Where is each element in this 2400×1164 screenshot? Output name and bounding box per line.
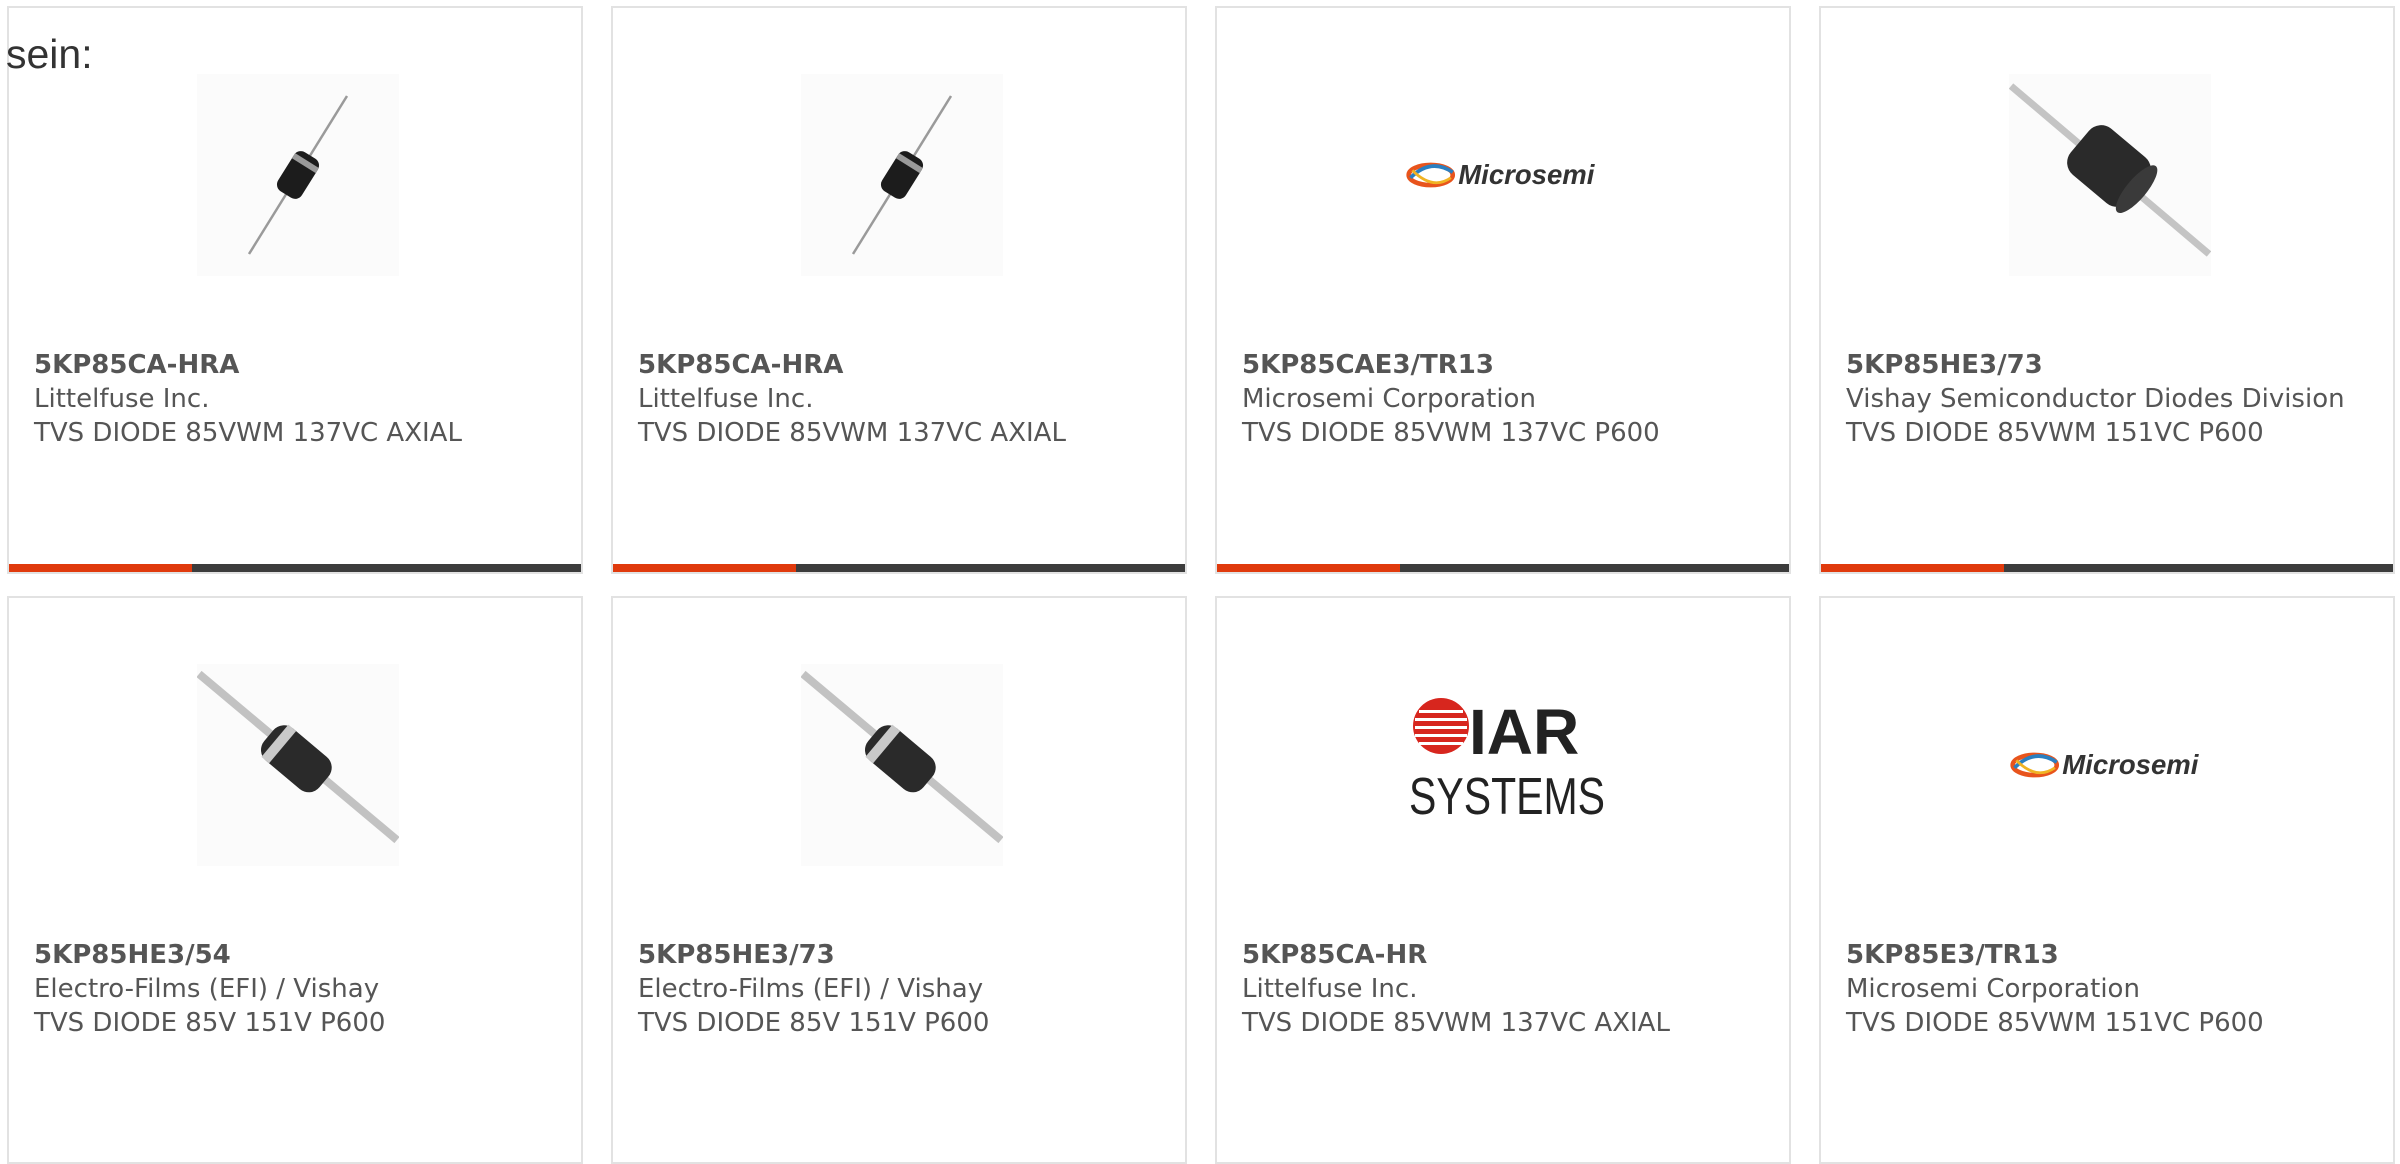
part-number[interactable]: 5KP85CA-HRA [638,348,1165,382]
microsemi-logo: Microsemi [1406,159,1596,190]
logo-text: Microsemi [2062,749,2200,780]
description: TVS DIODE 85VWM 137VC AXIAL [34,418,462,448]
manufacturer: Littelfuse Inc. [638,384,814,414]
large-axial-diode-icon [2009,74,2211,276]
product-image [197,74,399,276]
product-image [2009,74,2211,276]
product-card[interactable]: 5KP85HE3/54 Electro-Films (EFI) / Vishay… [7,596,583,1164]
product-image: Microsemi [1405,74,1607,276]
product-card[interactable]: Microsemi 5KP85E3/TR13 Microsemi Corpora… [1819,596,2395,1164]
description: TVS DIODE 85VWM 151VC P600 [1846,1008,2264,1038]
card-bar-accent [1821,564,2004,572]
small-axial-diode-icon [801,74,1003,276]
product-card[interactable]: 5KP85HE3/73 Vishay Semiconductor Diodes … [1819,6,2395,574]
manufacturer: Microsemi Corporation [1846,974,2140,1004]
prefix-text: sein: [6,31,93,77]
product-card[interactable]: IAR SYSTEMS 5KP85CA-HR Littelfuse Inc. T… [1215,596,1791,1164]
manufacturer: Microsemi Corporation [1242,384,1536,414]
banded-axial-diode-icon [801,664,1003,866]
description: TVS DIODE 85VWM 137VC AXIAL [638,418,1066,448]
small-axial-diode-icon [197,74,399,276]
manufacturer: Littelfuse Inc. [34,384,210,414]
product-image: Microsemi [2009,664,2211,866]
description: TVS DIODE 85V 151V P600 [638,1008,990,1038]
product-card[interactable]: 5KP85HE3/73 Electro-Films (EFI) / Vishay… [611,596,1187,1164]
card-bottom-bar [1821,564,2393,572]
description: TVS DIODE 85VWM 151VC P600 [1846,418,2264,448]
card-bar-accent [1217,564,1400,572]
card-bottom-bar [1217,564,1789,572]
part-number[interactable]: 5KP85HE3/54 [34,938,561,972]
part-number[interactable]: 5KP85HE3/73 [1846,348,2373,382]
card-bar-accent [9,564,192,572]
iar-systems-logo: IAR SYSTEMS [1409,696,1605,826]
manufacturer: Littelfuse Inc. [1242,974,1418,1004]
part-number[interactable]: 5KP85HE3/73 [638,938,1165,972]
description: TVS DIODE 85V 151V P600 [34,1008,386,1038]
product-card[interactable]: 5KP85CA-HRA Littelfuse Inc. TVS DIODE 85… [611,6,1187,574]
product-image [801,664,1003,866]
part-number[interactable]: 5KP85CA-HRA [34,348,561,382]
logo-text-top: IAR [1469,696,1579,768]
manufacturer: Electro-Films (EFI) / Vishay [638,974,984,1004]
logo-text-bottom: SYSTEMS [1409,768,1605,826]
card-bar-accent [613,564,796,572]
product-card[interactable]: 5KP85CA-HRA Littelfuse Inc. TVS DIODE 85… [7,6,583,574]
product-card[interactable]: Microsemi 5KP85CAE3/TR13 Microsemi Corpo… [1215,6,1791,574]
description: TVS DIODE 85VWM 137VC P600 [1242,418,1660,448]
manufacturer: Vishay Semiconductor Diodes Division [1846,384,2345,414]
part-number[interactable]: 5KP85E3/TR13 [1846,938,2373,972]
part-number[interactable]: 5KP85CA-HR [1242,938,1769,972]
logo-text: Microsemi [1458,159,1596,190]
product-image: IAR SYSTEMS [1405,664,1607,866]
microsemi-logo: Microsemi [2010,749,2200,780]
product-image [801,74,1003,276]
description: TVS DIODE 85VWM 137VC AXIAL [1242,1008,1670,1038]
card-bottom-bar [613,564,1185,572]
card-bottom-bar [9,564,581,572]
banded-axial-diode-icon [197,664,399,866]
product-image [197,664,399,866]
part-number[interactable]: 5KP85CAE3/TR13 [1242,348,1769,382]
manufacturer: Electro-Films (EFI) / Vishay [34,974,380,1004]
